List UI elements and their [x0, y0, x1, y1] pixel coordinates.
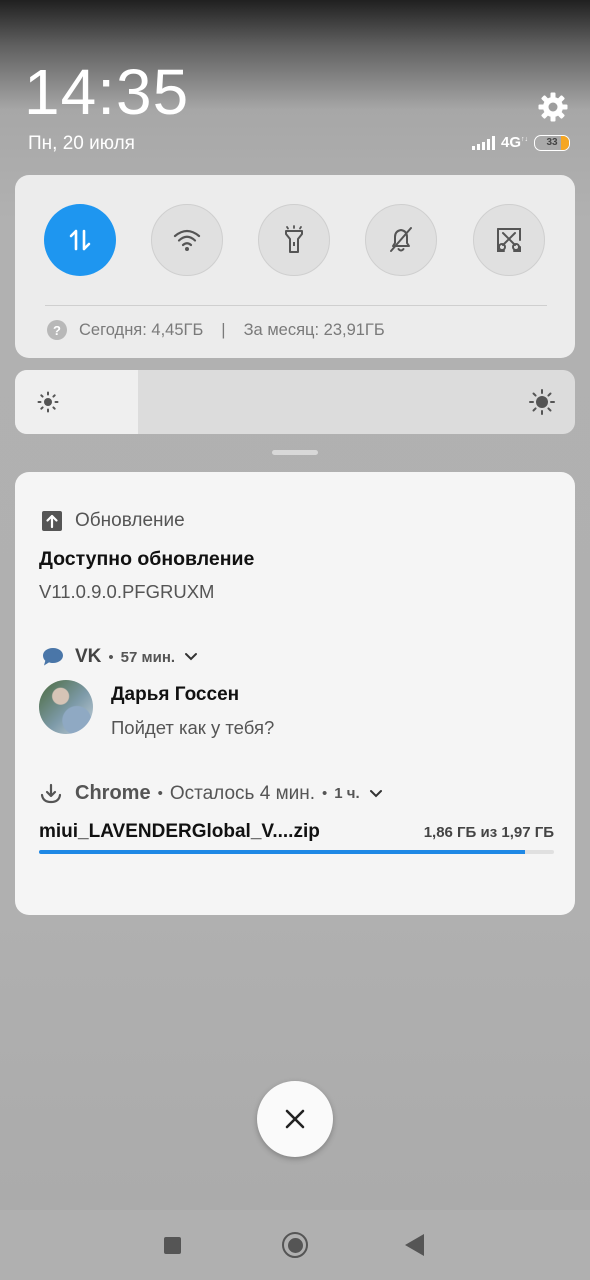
mobile-data-icon	[69, 229, 91, 251]
download-file-name[interactable]: miui_LAVENDERGlobal_V....zip	[39, 821, 320, 843]
chrome-notification-header: Chrome • Осталось 4 мин. • 1 ч.	[39, 782, 383, 805]
recents-button[interactable]	[164, 1237, 181, 1254]
panel-drag-handle[interactable]	[272, 450, 318, 455]
wifi-toggle[interactable]	[151, 204, 223, 276]
update-arrow-icon	[42, 511, 62, 531]
vk-app-name: VK	[75, 646, 102, 667]
chrome-time: 1 ч.	[334, 785, 360, 802]
divider	[45, 305, 547, 306]
screenshot-icon	[497, 228, 521, 252]
back-button[interactable]	[405, 1234, 424, 1256]
navigation-bar	[0, 1210, 590, 1280]
download-icon	[40, 783, 62, 803]
usage-month: За месяц: 23,91ГБ	[243, 320, 385, 339]
battery-icon: 33	[534, 134, 570, 151]
brightness-level-fill	[15, 370, 139, 434]
data-usage[interactable]: ? Сегодня: 4,45ГБ | За месяц: 23,91ГБ	[47, 320, 385, 340]
silent-mode-icon	[390, 227, 412, 252]
date: Пн, 20 июля	[28, 133, 135, 154]
settings-gear-icon[interactable]	[537, 91, 569, 123]
battery-level: 33	[546, 137, 558, 148]
vk-expand-chevron-icon[interactable]	[184, 652, 198, 662]
vk-sender-name[interactable]: Дарья Госсен	[111, 684, 239, 706]
vk-chat-bubble-icon	[43, 648, 63, 666]
silent-mode-toggle[interactable]	[365, 204, 437, 276]
usage-today: Сегодня: 4,45ГБ	[79, 320, 204, 339]
brightness-slider[interactable]	[15, 370, 575, 434]
brightness-low-icon	[37, 391, 59, 413]
clock: 14:35	[24, 56, 190, 128]
notifications-panel: Обновление Доступно обновление V11.0.9.0…	[15, 472, 575, 915]
flashlight-icon	[285, 225, 303, 253]
quick-settings-panel: ? Сегодня: 4,45ГБ | За месяц: 23,91ГБ	[15, 175, 575, 358]
chrome-expand-chevron-icon[interactable]	[369, 789, 383, 799]
vk-sender-avatar	[39, 680, 93, 734]
status-icons: 4G↑↓ 33	[471, 134, 570, 151]
download-progress-fill	[39, 850, 526, 854]
signal-icon	[471, 135, 495, 150]
network-type: 4G↑↓	[500, 134, 528, 151]
update-app-name: Обновление	[75, 510, 185, 531]
vk-message: Пойдет как у тебя?	[111, 717, 275, 738]
clear-all-notifications-button[interactable]	[257, 1081, 333, 1157]
brightness-high-icon	[529, 389, 555, 415]
screenshot-toggle[interactable]	[473, 204, 545, 276]
mobile-data-toggle[interactable]	[44, 204, 116, 276]
close-icon	[285, 1109, 305, 1129]
chrome-status: Осталось 4 мин.	[169, 782, 316, 804]
help-icon: ?	[47, 320, 67, 340]
wifi-icon	[173, 229, 201, 251]
update-title[interactable]: Доступно обновление	[39, 548, 254, 571]
flashlight-toggle[interactable]	[258, 204, 330, 276]
update-notification-header: Обновление	[41, 510, 185, 532]
download-progress-bar	[39, 850, 554, 854]
download-size: 1,86 ГБ из 1,97 ГБ	[423, 824, 554, 841]
home-button[interactable]	[282, 1232, 308, 1258]
usage-separator: |	[221, 320, 226, 339]
vk-time: 57 мин.	[120, 648, 176, 666]
chrome-app-name: Chrome	[75, 782, 151, 804]
vk-notification-header: VK • 57 мин.	[41, 646, 198, 668]
update-version: V11.0.9.0.PFGRUXM	[39, 581, 215, 602]
